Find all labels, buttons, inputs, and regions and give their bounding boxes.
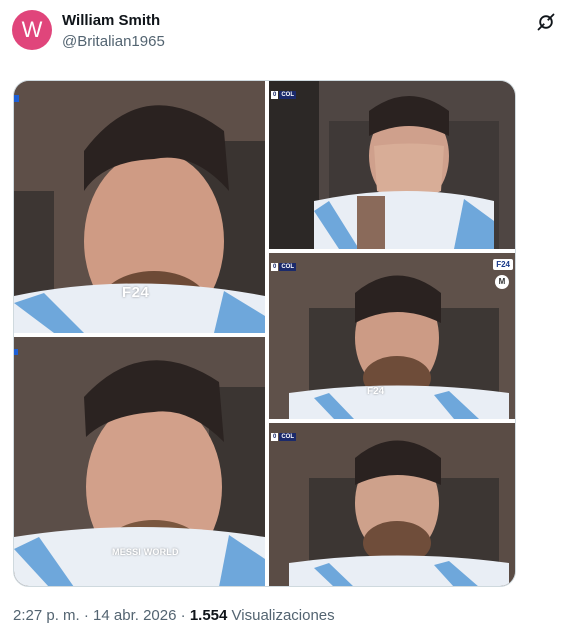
tweet-date[interactable]: 14 abr. 2026 [93, 607, 176, 624]
photo-1[interactable]: F24 [14, 81, 265, 333]
photo-2[interactable]: MESSI WORLD [14, 337, 265, 586]
tweet-time[interactable]: 2:27 p. m. [13, 607, 80, 624]
scorebug: 0 COL [271, 89, 297, 100]
views-count: 1.554 [189, 607, 228, 624]
avatar[interactable]: W [12, 10, 52, 50]
photo-3[interactable]: 0 COL [269, 81, 515, 249]
grok-icon[interactable] [536, 12, 556, 32]
photo-watermark: F24 [122, 284, 150, 301]
media-grid[interactable]: F24 MESSI WORLD 0 COL 0 COL F24 M F24 0 … [13, 80, 516, 587]
photo-watermark: MESSI WORLD [112, 547, 179, 557]
scorebug-team: COL [279, 90, 297, 99]
author-names: William Smith @Britalian1965 [62, 12, 165, 52]
photo-4[interactable]: 0 COL F24 M F24 [269, 253, 515, 419]
tweet-meta: 2:27 p. m. · 14 abr. 2026 · 1.554 Visual… [13, 606, 335, 626]
scorebug-score: 0 [271, 90, 279, 99]
scorebug-score: 0 [271, 262, 279, 271]
scorebug-team: COL [279, 262, 297, 271]
scorebug-score: 0 [271, 432, 279, 441]
m-logo-icon: M [495, 275, 509, 289]
f24-badge: F24 [493, 259, 513, 270]
scorebug-team: COL [279, 432, 297, 441]
user-handle[interactable]: @Britalian1965 [62, 32, 165, 52]
meta-separator: · [83, 607, 89, 624]
tweet-header: W William Smith @Britalian1965 [12, 10, 568, 54]
scorebug: 0 COL [271, 261, 297, 272]
meta-separator: · [180, 607, 186, 624]
photo-5[interactable]: 0 COL [269, 423, 515, 586]
views-label: Visualizaciones [231, 607, 335, 624]
display-name[interactable]: William Smith [62, 12, 165, 30]
scorebug: 0 COL [271, 431, 297, 442]
photo-watermark: F24 [367, 386, 385, 397]
